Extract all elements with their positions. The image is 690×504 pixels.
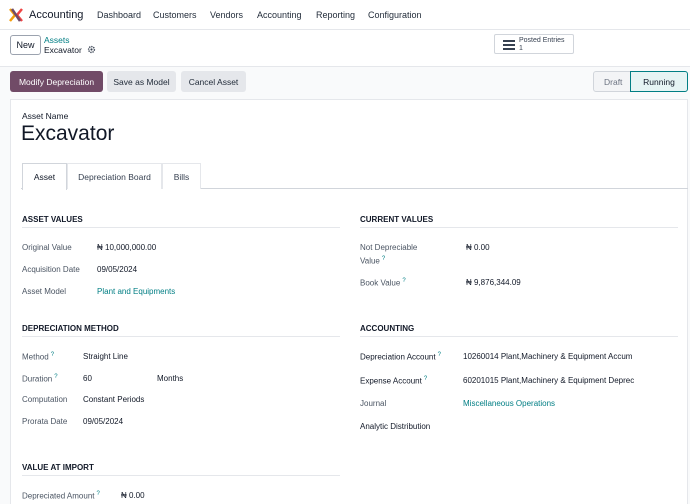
save-as-model-button[interactable]: Save as Model [107,71,176,92]
menu-dashboard[interactable]: Dashboard [97,10,141,20]
original-value[interactable]: ₦ 10,000,000.00 [97,243,156,252]
expense-account-label: Expense Account? [360,376,428,386]
cancel-asset-button[interactable]: Cancel Asset [181,71,246,92]
prorata-date-value[interactable]: 09/05/2024 [83,417,123,426]
depreciation-account-label: Depreciation Account? [360,352,441,362]
help-icon[interactable]: ? [97,491,100,497]
modify-depreciation-button[interactable]: Modify Depreciation [10,71,103,92]
depreciated-amount-value[interactable]: ₦ 0.00 [121,491,145,500]
section-depreciation-method: DEPRECIATION METHOD [22,324,119,333]
asset-name-label: Asset Name [22,111,69,121]
depreciated-amount-label: Depreciated Amount? [22,491,100,501]
not-depreciable-label: Not Depreciable [360,243,418,252]
new-button[interactable]: New [10,35,41,55]
form-sheet: Asset Name Excavator Asset Depreciation … [10,99,688,504]
section-accounting: ACCOUNTING [360,324,415,333]
method-label: Method? [22,352,55,362]
duration-value[interactable]: 60 [83,374,92,383]
book-value: ₦ 9,876,344.09 [466,278,521,287]
duration-label: Duration? [22,374,58,384]
section-divider [22,227,340,228]
not-depreciable-label-line2: Value? [360,256,386,266]
duration-unit[interactable]: Months [157,374,183,383]
tab-depreciation-board[interactable]: Depreciation Board [67,163,162,189]
method-value[interactable]: Straight Line [83,352,128,361]
section-divider [22,475,340,476]
accounting-app-icon[interactable] [9,8,23,22]
help-icon[interactable]: ? [402,278,405,284]
prorata-date-label: Prorata Date [22,417,68,426]
tab-asset[interactable]: Asset [22,163,67,190]
help-icon[interactable]: ? [382,256,385,262]
asset-model-link[interactable]: Plant and Equipments [97,287,175,296]
analytic-distribution-label: Analytic Distribution [360,422,431,431]
journal-label: Journal [360,399,387,408]
section-current-values: CURRENT VALUES [360,215,434,224]
list-icon [503,40,515,50]
gear-icon[interactable] [87,45,96,54]
form-tabs: Asset Depreciation Board Bills [21,163,688,190]
section-divider [360,227,678,228]
help-icon[interactable]: ? [438,352,441,358]
acquisition-date[interactable]: 09/05/2024 [97,265,137,274]
original-value-label: Original Value [22,243,72,252]
book-value-label: Book Value? [360,278,406,288]
menu-reporting[interactable]: Reporting [316,10,355,20]
status-running[interactable]: Running [630,71,688,92]
app-name[interactable]: Accounting [29,9,83,21]
menu-accounting[interactable]: Accounting [257,10,302,20]
help-icon[interactable]: ? [424,376,427,382]
computation-label: Computation [22,395,68,404]
breadcrumb-current: Excavator [44,45,82,55]
section-asset-values: ASSET VALUES [22,215,83,224]
computation-value[interactable]: Constant Periods [83,395,144,404]
top-navbar: Accounting Dashboard Customers Vendors A… [0,0,690,30]
journal-link[interactable]: Miscellaneous Operations [463,399,555,408]
acquisition-date-label: Acquisition Date [22,265,80,274]
menu-configuration[interactable]: Configuration [368,10,422,20]
action-bar: Modify Depreciation Save as Model Cancel… [0,67,690,98]
depreciation-account-field[interactable]: 10260014 Plant,Machinery & Equipment Acc… [463,352,649,361]
not-depreciable-value[interactable]: ₦ 0.00 [466,243,490,252]
menu-customers[interactable]: Customers [153,10,197,20]
tab-bills[interactable]: Bills [162,163,201,189]
posted-entries-label: Posted Entries [519,37,565,44]
section-value-at-import: VALUE AT IMPORT [22,463,94,472]
asset-name-field[interactable]: Excavator [21,122,114,146]
section-divider [360,336,678,337]
control-panel: New Assets Excavator Posted Entries 1 [0,30,690,67]
help-icon[interactable]: ? [51,352,54,358]
expense-account-field[interactable]: 60201015 Plant,Machinery & Equipment Dep… [463,376,649,385]
posted-entries-count: 1 [519,45,523,52]
breadcrumb-assets[interactable]: Assets [44,35,70,45]
posted-entries-button[interactable]: Posted Entries 1 [494,34,574,54]
section-divider [22,336,340,337]
asset-model-label: Asset Model [22,287,67,296]
help-icon[interactable]: ? [54,374,57,380]
menu-vendors[interactable]: Vendors [210,10,243,20]
